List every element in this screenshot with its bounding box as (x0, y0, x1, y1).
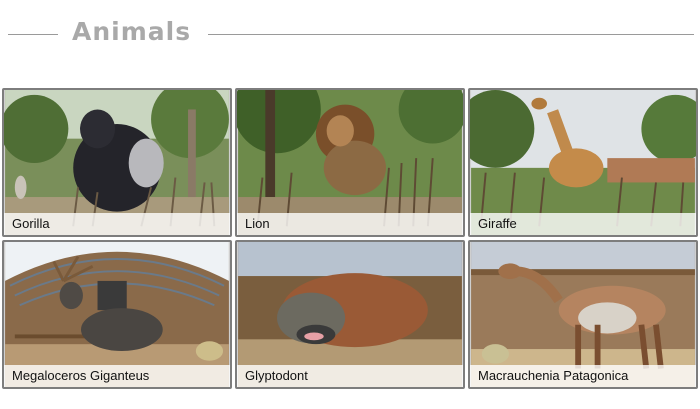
gallery-card-label: Giraffe (470, 213, 696, 235)
header-rule-right (208, 34, 694, 35)
section-header: Animals (0, 0, 700, 70)
gallery-card-label: Megaloceros Giganteus (4, 365, 230, 387)
gallery-card-glyptodont[interactable]: Glyptodont (235, 240, 465, 389)
gallery-card-giraffe[interactable]: Giraffe (468, 88, 698, 237)
gallery-card-lion[interactable]: Lion (235, 88, 465, 237)
gallery-card-label: Lion (237, 213, 463, 235)
gallery-card-label: Glyptodont (237, 365, 463, 387)
gallery-card-macrauchenia[interactable]: Macrauchenia Patagonica (468, 240, 698, 389)
header-rule-left (8, 34, 58, 35)
gallery-card-label: Gorilla (4, 213, 230, 235)
gallery-card-megaloceros[interactable]: Megaloceros Giganteus (2, 240, 232, 389)
section-title: Animals (72, 17, 192, 46)
gallery-card-label: Macrauchenia Patagonica (470, 365, 696, 387)
gallery-card-gorilla[interactable]: Gorilla (2, 88, 232, 237)
